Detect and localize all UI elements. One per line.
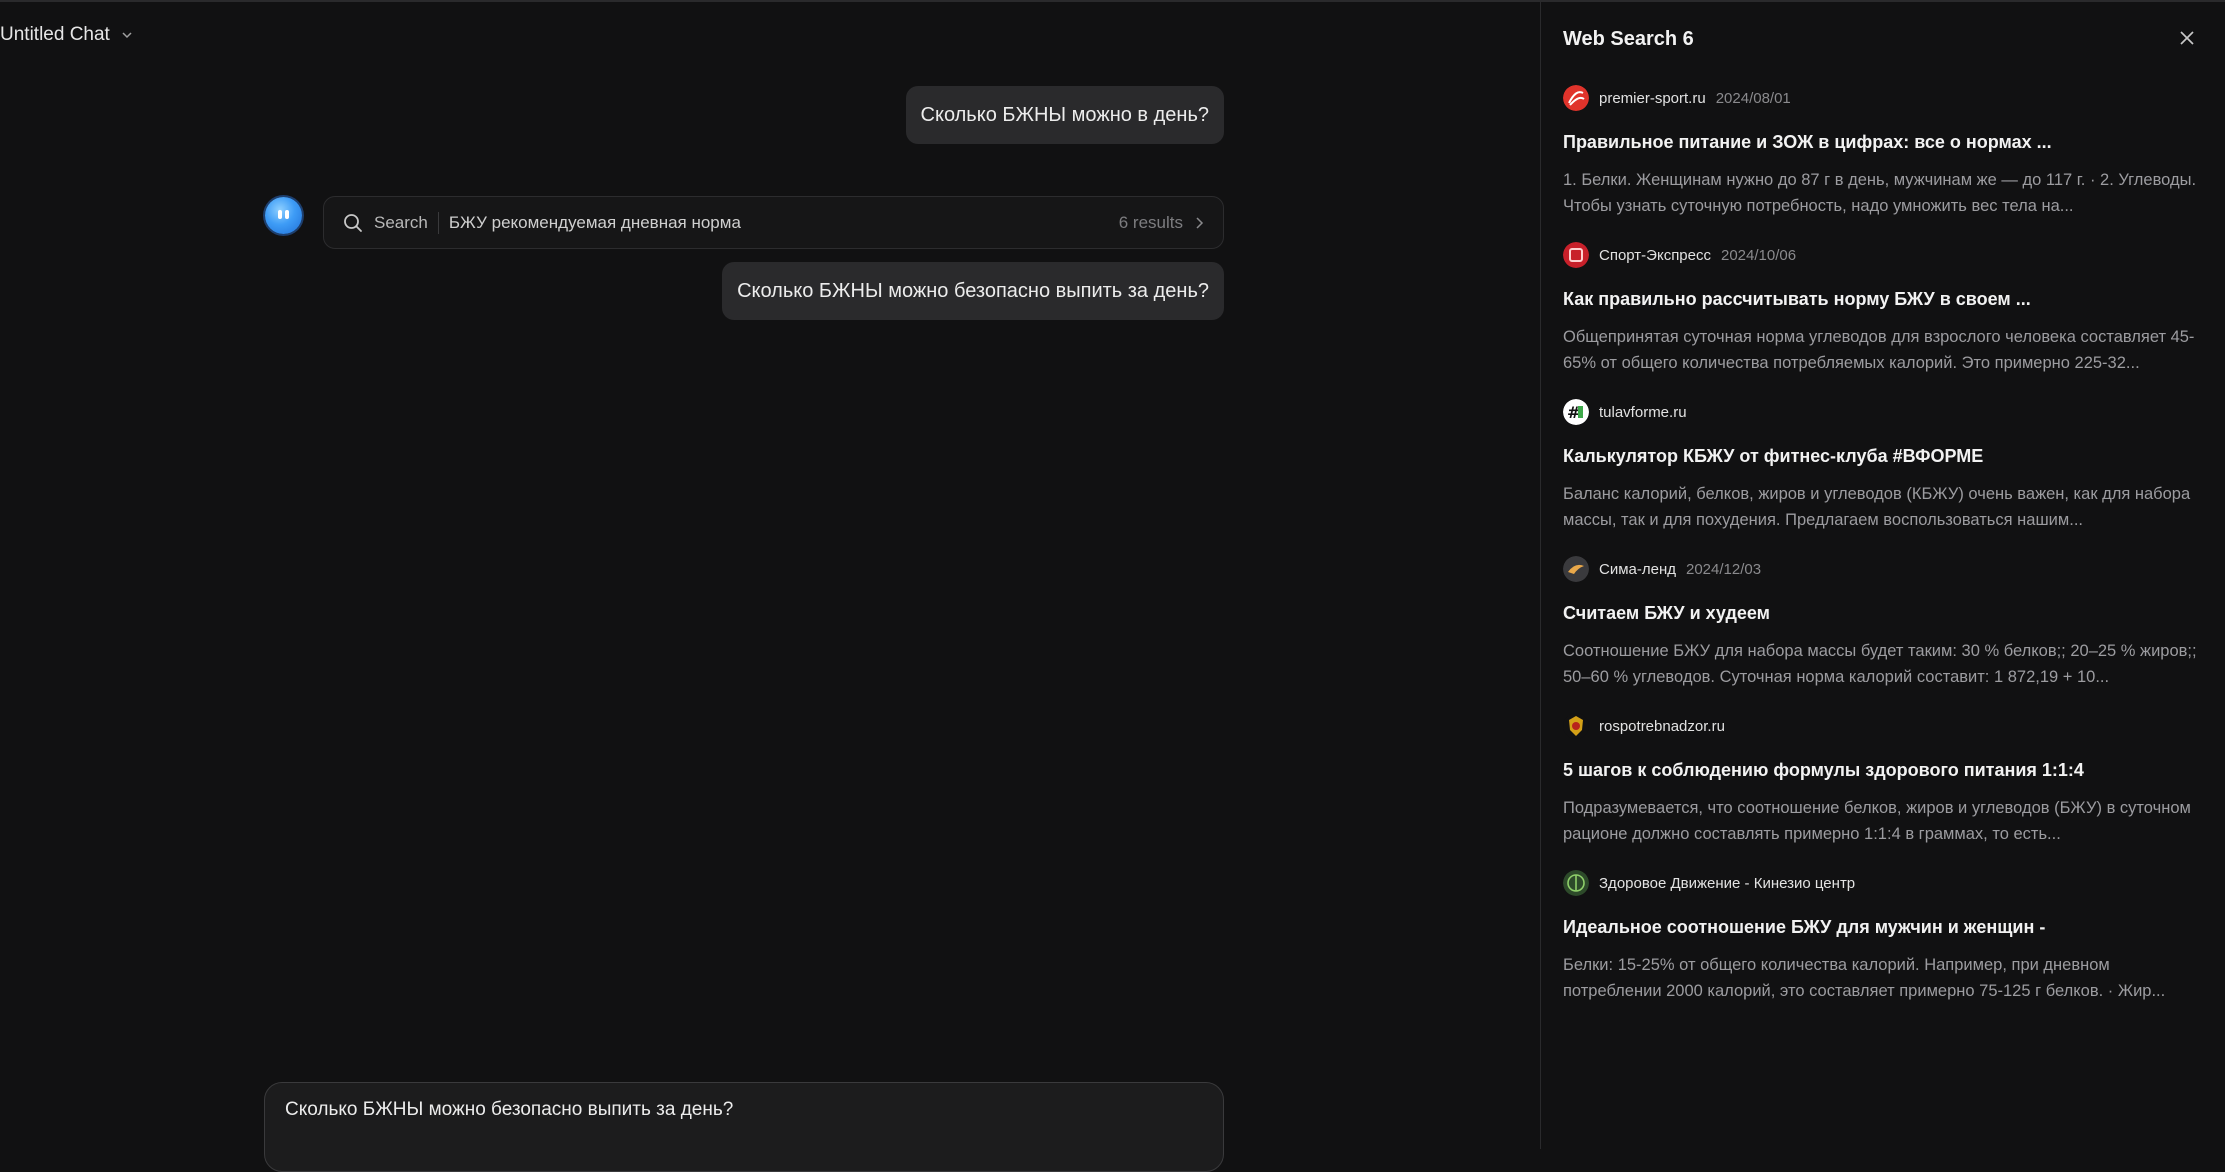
search-icon [344,213,362,232]
tulavforme-favicon: # [1563,399,1589,425]
result-title: 5 шагов к соблюдению формулы здорового п… [1563,760,2084,780]
sport-express-favicon [1563,242,1589,268]
result-title: Как правильно рассчитывать норму БЖУ в с… [1563,289,2031,309]
result-source: Спорт-Экспресс [1599,246,1711,264]
sima-land-favicon [1563,556,1589,582]
result-description: Общепринятая суточная норма углеводов дл… [1563,328,2195,372]
result-description: Баланс калорий, белков, жиров и углеводо… [1563,485,2191,529]
premier-sport-favicon [1563,85,1589,111]
result-title: Идеальное соотношение БЖУ для мужчин и ж… [1563,917,2046,937]
web-search-result-toggle[interactable]: Search БЖУ рекомендуемая дневная норма 6… [323,196,1224,249]
chat-title-dropdown[interactable]: Untitled Chat [0,24,134,46]
user-message-text: Сколько БЖНЫ можно безопасно выпить за д… [737,279,1209,302]
result-description: Белки: 15-25% от общего количества калор… [1563,956,2166,1000]
search-result-count: 6 results [1118,212,1183,232]
result-date: 2024/10/06 [1721,246,1797,264]
rospotrebnadzor-favicon [1563,713,1589,739]
message-input-text: Сколько БЖНЫ можно безопасно выпить за д… [285,1099,734,1120]
assistant-avatar [265,197,302,234]
user-message-text: Сколько БЖНЫ можно в день? [920,103,1209,126]
result-source: tulavforme.ru [1599,403,1687,421]
result-date: 2024/12/03 [1686,560,1762,578]
result-description: 1. Белки. Женщинам нужно до 87 г в день,… [1563,171,2197,215]
divider [437,211,439,234]
web-search-panel: Web Search 6 premier-sport.ru 2024/08/01… [1540,2,2225,1149]
search-query: БЖУ рекомендуемая дневная норма [448,212,741,232]
user-message: Сколько БЖНЫ можно безопасно выпить за д… [722,262,1224,320]
chevron-down-icon [122,32,132,39]
result-description: Соотношение БЖУ для набора массы будет т… [1563,642,2197,686]
result-source: rospotrebnadzor.ru [1599,717,1725,735]
result-title: Правильное питание и ЗОЖ в цифрах: все о… [1563,132,2052,152]
panel-title: Web Search 6 [1563,28,1694,50]
result-source: Сима-ленд [1599,560,1676,578]
chevron-right-icon [1196,216,1204,229]
avatar-eye [285,210,289,219]
result-description: Подразумевается, что соотношение белков,… [1563,799,2191,843]
kinesio-favicon [1563,870,1589,896]
result-source: premier-sport.ru [1599,89,1706,107]
user-message: Сколько БЖНЫ можно в день? [905,86,1224,144]
chat-area: Untitled Chat Сколько БЖНЫ можно в день?… [0,2,1540,1172]
search-result-item[interactable]: # tulavforme.ru Калькулятор КБЖУ от фитн… [1563,398,2203,533]
search-result-item[interactable]: premier-sport.ru 2024/08/01 Правильное п… [1563,84,2203,219]
result-title: Калькулятор КБЖУ от фитнес-клуба #ВФОРМЕ [1563,446,1984,466]
chat-title-text: Untitled Chat [0,24,110,45]
search-result-item[interactable]: Спорт-Экспресс 2024/10/06 Как правильно … [1563,241,2203,376]
search-label: Search [374,212,428,232]
result-date: 2024/08/01 [1715,89,1791,107]
result-title: Считаем БЖУ и худеем [1563,603,1770,623]
result-source: Здоровое Движение - Кинезио центр [1599,874,1856,892]
message-input[interactable]: Сколько БЖНЫ можно безопасно выпить за д… [264,1082,1224,1172]
search-result-item[interactable]: Здоровое Движение - Кинезио центр Идеаль… [1563,869,2203,1004]
search-result-item[interactable]: rospotrebnadzor.ru 5 шагов к соблюдению … [1563,712,2203,847]
avatar-eye [278,210,282,219]
search-result-item[interactable]: Сима-ленд 2024/12/03 Считаем БЖУ и худее… [1563,555,2203,690]
close-icon[interactable] [2177,28,2197,48]
